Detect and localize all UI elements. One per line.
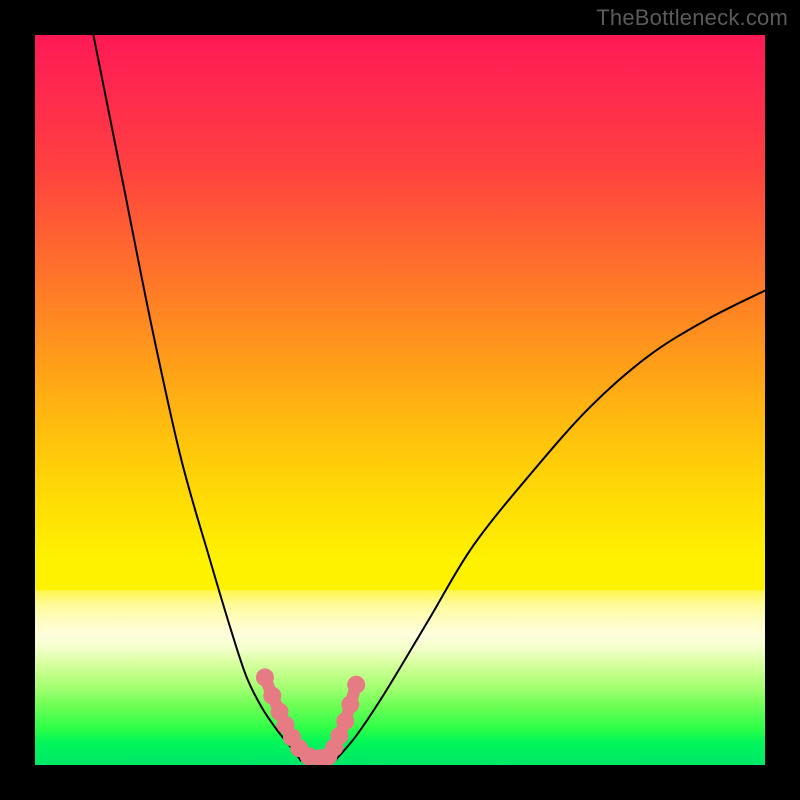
dot bbox=[347, 676, 365, 694]
right-curve bbox=[334, 291, 765, 762]
chart-frame: TheBottleneck.com bbox=[0, 0, 800, 800]
dot bbox=[263, 687, 281, 705]
dot bbox=[336, 712, 354, 730]
dot bbox=[256, 668, 274, 686]
left-curve bbox=[93, 35, 301, 761]
curve-layer bbox=[35, 35, 765, 765]
watermark-text: TheBottleneck.com bbox=[596, 5, 788, 31]
plot-area bbox=[35, 35, 765, 765]
dot bbox=[341, 695, 359, 713]
